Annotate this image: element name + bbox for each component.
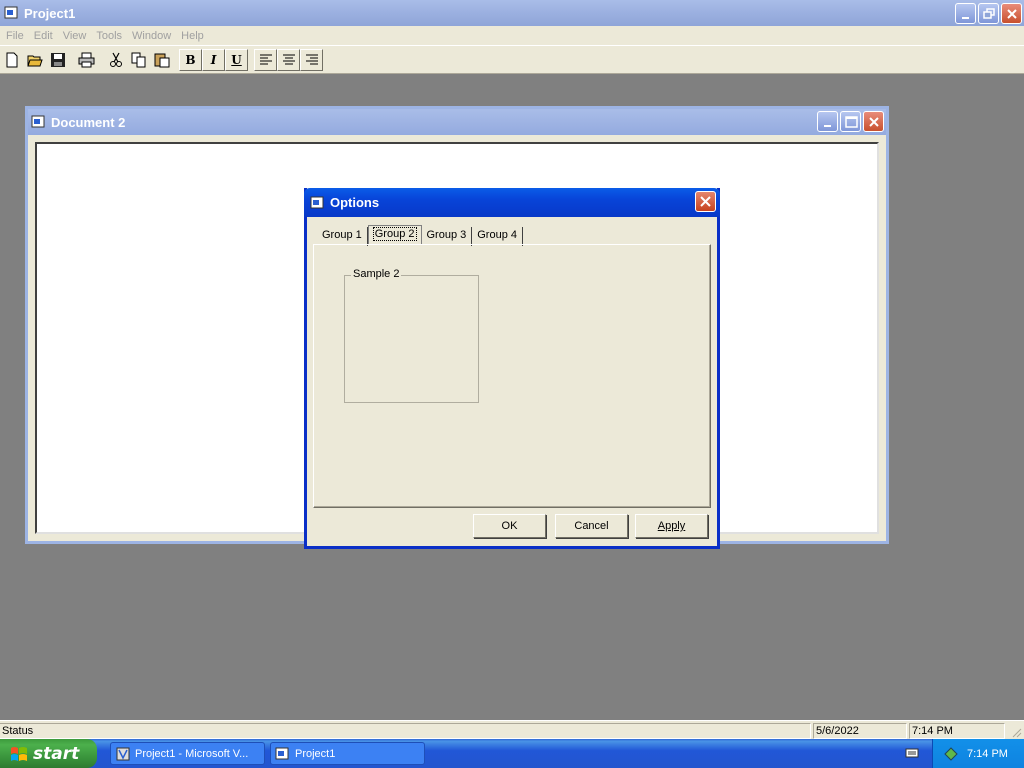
menu-help[interactable]: Help <box>176 30 209 42</box>
menu-view[interactable]: View <box>58 30 92 42</box>
minimize-icon <box>824 125 831 127</box>
close-button[interactable] <box>1001 3 1022 24</box>
italic-button[interactable]: I <box>202 48 225 71</box>
paste-clipboard-icon <box>154 53 169 67</box>
keyboard-icon[interactable] <box>905 746 919 760</box>
italic-icon: I <box>210 52 217 67</box>
menu-edit[interactable]: Edit <box>29 30 58 42</box>
toolbar: B I U <box>0 45 1024 74</box>
scissors-icon <box>109 52 122 67</box>
align-center-icon <box>282 54 295 64</box>
underline-icon: U <box>231 52 242 67</box>
minimize-icon <box>962 17 969 19</box>
close-icon <box>869 117 879 127</box>
align-right-button[interactable] <box>300 48 323 71</box>
status-time: 7:14 PM <box>909 723 1005 739</box>
network-icon[interactable] <box>943 746 959 762</box>
align-right-icon <box>305 54 318 64</box>
document-title: Document 2 <box>51 114 126 130</box>
start-button[interactable]: start <box>0 739 97 768</box>
underline-button[interactable]: U <box>225 48 248 71</box>
resize-grip-icon[interactable] <box>1010 726 1022 738</box>
menu-window[interactable]: Window <box>127 30 176 42</box>
menu-tools[interactable]: Tools <box>91 30 127 42</box>
windows-logo-icon <box>11 746 27 761</box>
taskbar-item-project1[interactable]: Project1 <box>270 742 425 765</box>
cancel-button[interactable]: Cancel <box>555 514 628 538</box>
statusbar: Status 5/6/2022 7:14 PM <box>0 720 1024 739</box>
document-icon <box>31 115 45 128</box>
bold-icon: B <box>185 52 196 67</box>
project-app-icon <box>275 747 289 759</box>
minimize-button[interactable] <box>955 3 976 24</box>
options-dialog: Options Group 1 Group 2 Group 3 Group 4 … <box>304 188 720 549</box>
cut-button[interactable] <box>104 49 127 71</box>
ok-button[interactable]: OK <box>473 514 546 538</box>
app-titlebar[interactable]: Project1 <box>0 0 1024 26</box>
open-folder-icon <box>26 55 43 66</box>
tray-clock[interactable]: 7:14 PM <box>967 748 1008 760</box>
document-maximize-button[interactable] <box>840 111 861 132</box>
restore-icon <box>983 8 995 19</box>
print-button[interactable] <box>75 49 98 71</box>
save-disk-icon <box>50 52 65 67</box>
document-titlebar[interactable]: Document 2 <box>28 109 886 135</box>
save-button[interactable] <box>46 49 69 71</box>
status-date: 5/6/2022 <box>813 723 907 739</box>
restore-button[interactable] <box>978 3 999 24</box>
dialog-title: Options <box>330 195 380 210</box>
menubar: File Edit View Tools Window Help <box>0 26 1024 45</box>
new-button[interactable] <box>0 49 23 71</box>
new-document-icon <box>6 52 17 67</box>
dialog-titlebar[interactable]: Options <box>304 188 720 217</box>
align-left-button[interactable] <box>254 48 277 71</box>
start-label: start <box>33 743 80 764</box>
system-tray: 7:14 PM <box>932 739 1024 768</box>
maximize-icon <box>845 116 858 128</box>
document-minimize-button[interactable] <box>817 111 838 132</box>
align-left-icon <box>259 54 272 64</box>
tab-panel: Sample 2 <box>313 244 711 508</box>
tab-group-2[interactable]: Group 2 <box>367 225 422 245</box>
tab-strip: Group 1 Group 2 Group 3 Group 4 <box>317 224 523 246</box>
align-center-button[interactable] <box>277 48 300 71</box>
apply-button[interactable]: Apply <box>635 514 708 538</box>
vb-app-icon <box>116 747 130 760</box>
taskbar: start Project1 - Microsoft V... Project1… <box>0 739 1024 768</box>
copy-icon <box>131 52 145 67</box>
copy-button[interactable] <box>127 49 150 71</box>
dialog-close-button[interactable] <box>695 191 716 212</box>
close-icon <box>1007 9 1017 19</box>
groupbox-label: Sample 2 <box>351 268 402 280</box>
status-text: Status <box>0 723 811 739</box>
open-button[interactable] <box>23 49 46 71</box>
bold-button[interactable]: B <box>179 48 202 71</box>
menu-file[interactable]: File <box>0 30 29 42</box>
printer-icon <box>78 52 94 67</box>
document-close-button[interactable] <box>863 111 884 132</box>
sample-groupbox: Sample 2 <box>344 268 479 403</box>
app-title: Project1 <box>24 5 76 21</box>
dialog-icon <box>310 196 324 208</box>
paste-button[interactable] <box>150 49 173 71</box>
taskbar-item-vb[interactable]: Project1 - Microsoft V... <box>110 742 265 765</box>
app-icon <box>4 6 18 19</box>
close-icon <box>700 196 711 207</box>
